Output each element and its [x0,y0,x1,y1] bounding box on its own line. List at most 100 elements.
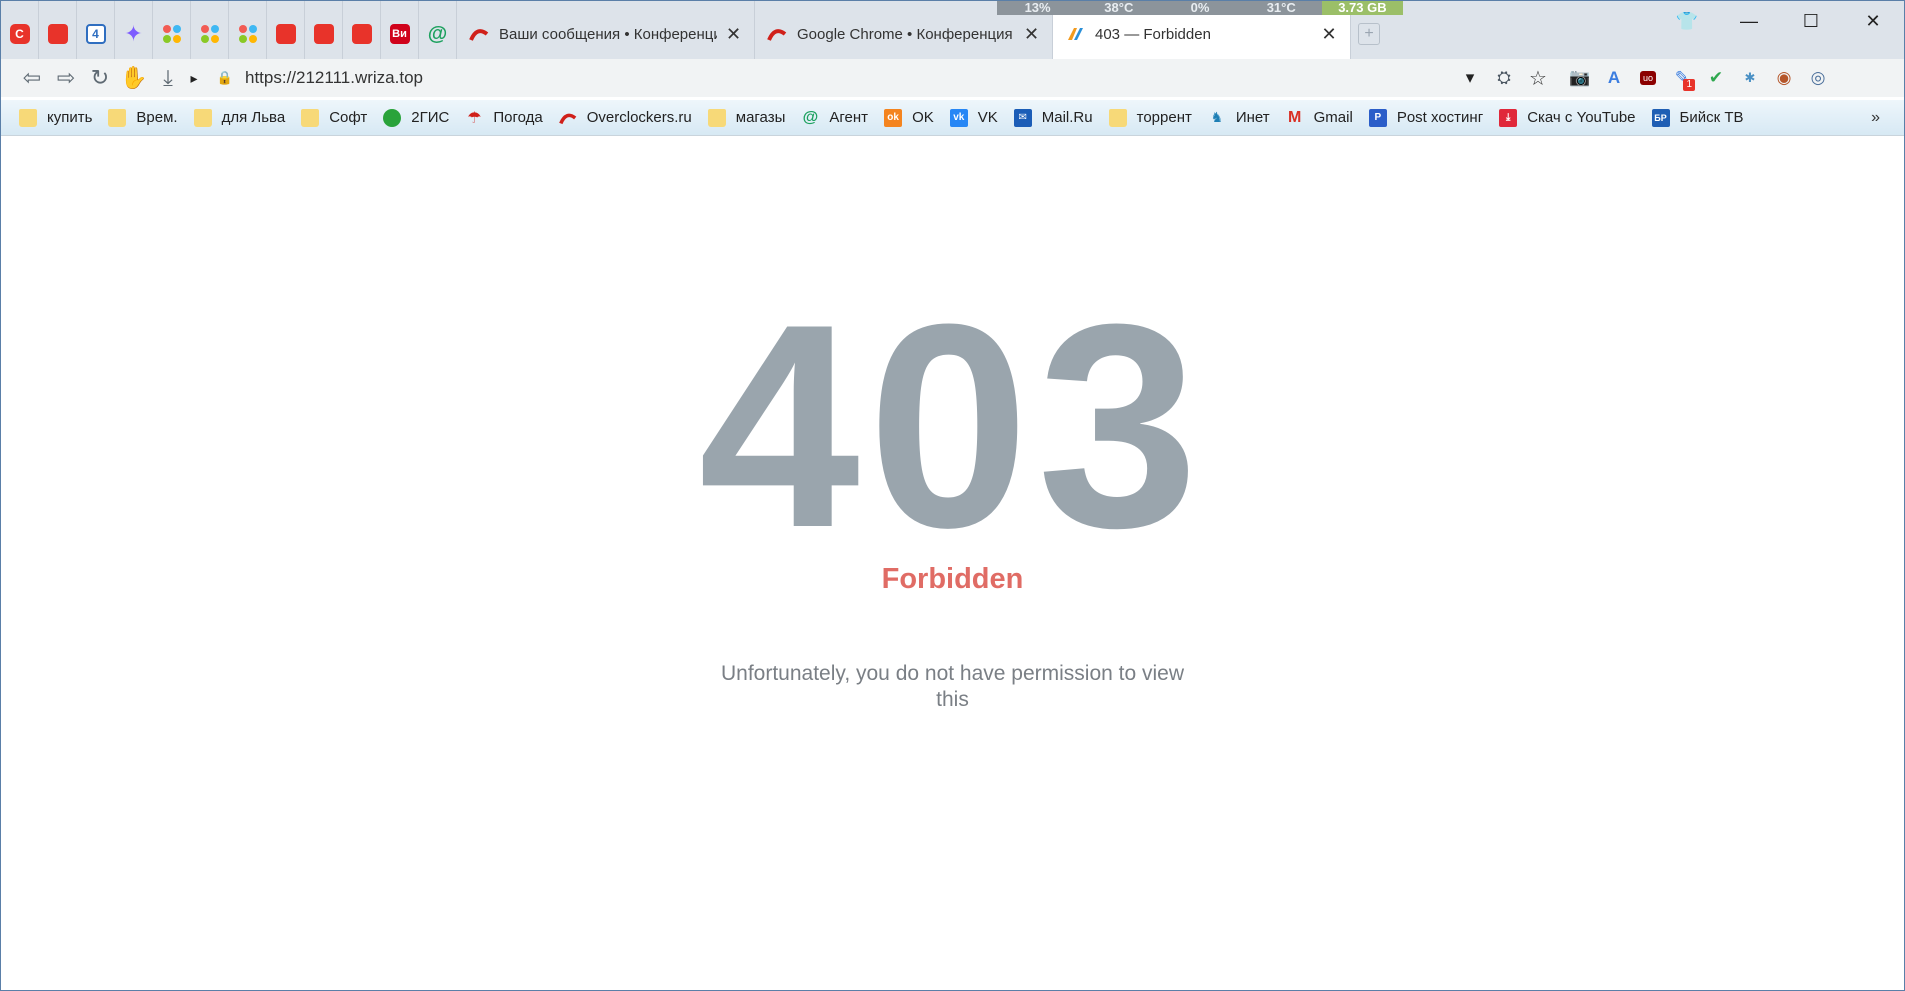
back-button[interactable]: ⇦ [15,61,49,95]
shield-icon[interactable]: ✔ [1699,61,1733,95]
cpu-temp: 38°C [1104,1,1134,15]
pinned-tab[interactable] [191,1,229,67]
translate-ext-icon[interactable]: A [1597,61,1631,95]
pinned-tab[interactable] [267,1,305,67]
mailru-icon: ✉ [1013,108,1032,127]
close-icon[interactable]: ✕ [1320,24,1338,45]
bear-icon: ♞ [1210,109,1224,125]
bookmark-pogoda[interactable]: ☂ Погода [465,104,543,132]
browser-window: C 4 ✦ Ви @ Ваши сообщения • Конференция … [0,0,1905,991]
agent-at-icon: @ [802,108,819,126]
bookmark-mailru[interactable]: ✉ Mail.Ru [1013,104,1093,132]
error-title: Forbidden [881,563,1024,595]
pinned-tab[interactable] [229,1,267,67]
bookmark-agent[interactable]: @ Агент [801,104,868,132]
pinned-tab[interactable] [305,1,343,67]
agent-at-icon: @ [427,22,448,45]
folder-icon [19,108,37,127]
bookmark-gmail[interactable]: M Gmail [1286,104,1353,132]
bookmark-soft[interactable]: Софт [301,104,367,132]
2gis-icon [383,108,402,127]
globe-icon[interactable]: ◎ [1801,61,1835,95]
maximize-button[interactable]: ☐ [1780,1,1842,41]
ram-usage: 3.73 GB [1321,1,1404,15]
bookmark-ok[interactable]: ok OK [884,104,934,132]
toolbar: ⇦ ⇨ ↻ ✋ ⤓ ▸ 🔒 https://212111.wriza.top ▾… [1,59,1904,97]
bookmark-inet[interactable]: ♞ Инет [1208,104,1270,132]
puzzle-icon[interactable]: ✱ [1733,61,1767,95]
download-icon[interactable]: ⤓ [151,61,185,95]
pinned-tab[interactable] [153,1,191,67]
pinned-tab[interactable]: @ [419,1,457,67]
dots-app-icon [238,24,258,44]
camera-icon[interactable]: 📷 [1563,61,1597,95]
overclockers-icon [558,113,577,124]
bookmark-post-hosting[interactable]: P Post хостинг [1368,104,1483,132]
overclockers-icon [469,29,489,41]
shirt-icon[interactable]: 👕 [1656,1,1718,41]
more-arrow-icon[interactable]: ▸ [185,61,203,95]
folder-icon [1108,108,1127,127]
bookmark-magazy[interactable]: магазы [707,104,785,132]
lock-icon[interactable]: 🔒 [215,70,235,86]
bookmark-vrem[interactable]: Врем. [108,104,178,132]
aliexpress-icon [275,24,296,44]
doc-4-icon: 4 [85,24,106,44]
forward-button[interactable]: ⇨ [49,61,83,95]
sparkle-icon: ✦ [124,21,143,46]
bookmark-vk[interactable]: vk VK [949,104,998,132]
aliexpress-c-icon: C [9,24,30,44]
star-icon[interactable]: ☆ [1521,61,1555,95]
url-input[interactable]: https://212111.wriza.top [245,68,1453,88]
gpu-usage: 0% [1190,1,1210,15]
ublock-icon[interactable]: uo [1631,61,1665,95]
reload-button[interactable]: ↻ [83,61,117,95]
bookmark-kupit[interactable]: купить [19,104,92,132]
bookmarks-overflow-button[interactable]: » [1871,109,1880,127]
pinned-tab[interactable]: ✦ [115,1,153,67]
close-icon[interactable]: ✕ [1023,24,1040,45]
minimize-button[interactable]: — [1718,1,1780,41]
error-message: Unfortunately, you do not have permissio… [720,662,1185,711]
plus-icon: + [1358,23,1380,45]
close-window-button[interactable]: ✕ [1842,1,1904,41]
bookmark-overclockers[interactable]: Overclockers.ru [558,104,692,132]
pinned-tab[interactable]: Ви [381,1,419,67]
folder-icon [301,108,320,127]
dropdown-icon[interactable]: ▾ [1453,61,1487,95]
tab-title: Ваши сообщения • Конференция [499,25,717,43]
avatar-icon[interactable]: ◉ [1767,61,1801,95]
ok-icon: ok [884,108,903,127]
window-controls: 👕 — ☐ ✕ [1656,1,1904,41]
bookmark-youtube-download[interactable]: ⤓ Скач с YouTube [1499,104,1636,132]
close-icon[interactable]: ✕ [725,24,742,45]
tab-title: Google Chrome • Конференция C [797,25,1015,43]
overclockers-icon [767,29,787,41]
bookmark-torrent[interactable]: торрент [1108,104,1192,132]
extension-badge-icon[interactable]: ✎ 1 [1665,61,1699,95]
tab-messages[interactable]: Ваши сообщения • Конференция ✕ [457,1,755,67]
aliexpress-icon [351,24,372,44]
bookmark-2gis[interactable]: 2ГИС [383,104,449,132]
umbrella-icon: ☂ [467,109,482,127]
folder-icon [193,108,212,127]
post-icon: P [1368,108,1387,127]
translate-icon[interactable]: ⛭ [1487,61,1521,95]
folder-icon [108,108,127,127]
pinned-tab[interactable]: C [1,1,39,67]
dots-app-icon [162,24,182,44]
bn-icon: Ви [389,24,410,44]
bookmark-biysk-tv[interactable]: БР Бийск ТВ [1651,104,1744,132]
bookmark-dlya-lva[interactable]: для Льва [193,104,285,132]
pinned-tab[interactable] [343,1,381,67]
site-favicon-icon [1068,28,1083,40]
vk-icon: vk [949,108,968,127]
cpu-usage: 13% [1024,1,1051,15]
pinned-tab[interactable]: 4 [77,1,115,67]
folder-icon [707,108,726,127]
notification-badge: 1 [1683,79,1695,91]
pinned-tab[interactable] [39,1,77,67]
error-code: 403 [698,264,1207,588]
address-bar[interactable]: 🔒 https://212111.wriza.top ▾ ⛭ ☆ [215,61,1555,95]
stop-icon[interactable]: ✋ [117,61,151,95]
